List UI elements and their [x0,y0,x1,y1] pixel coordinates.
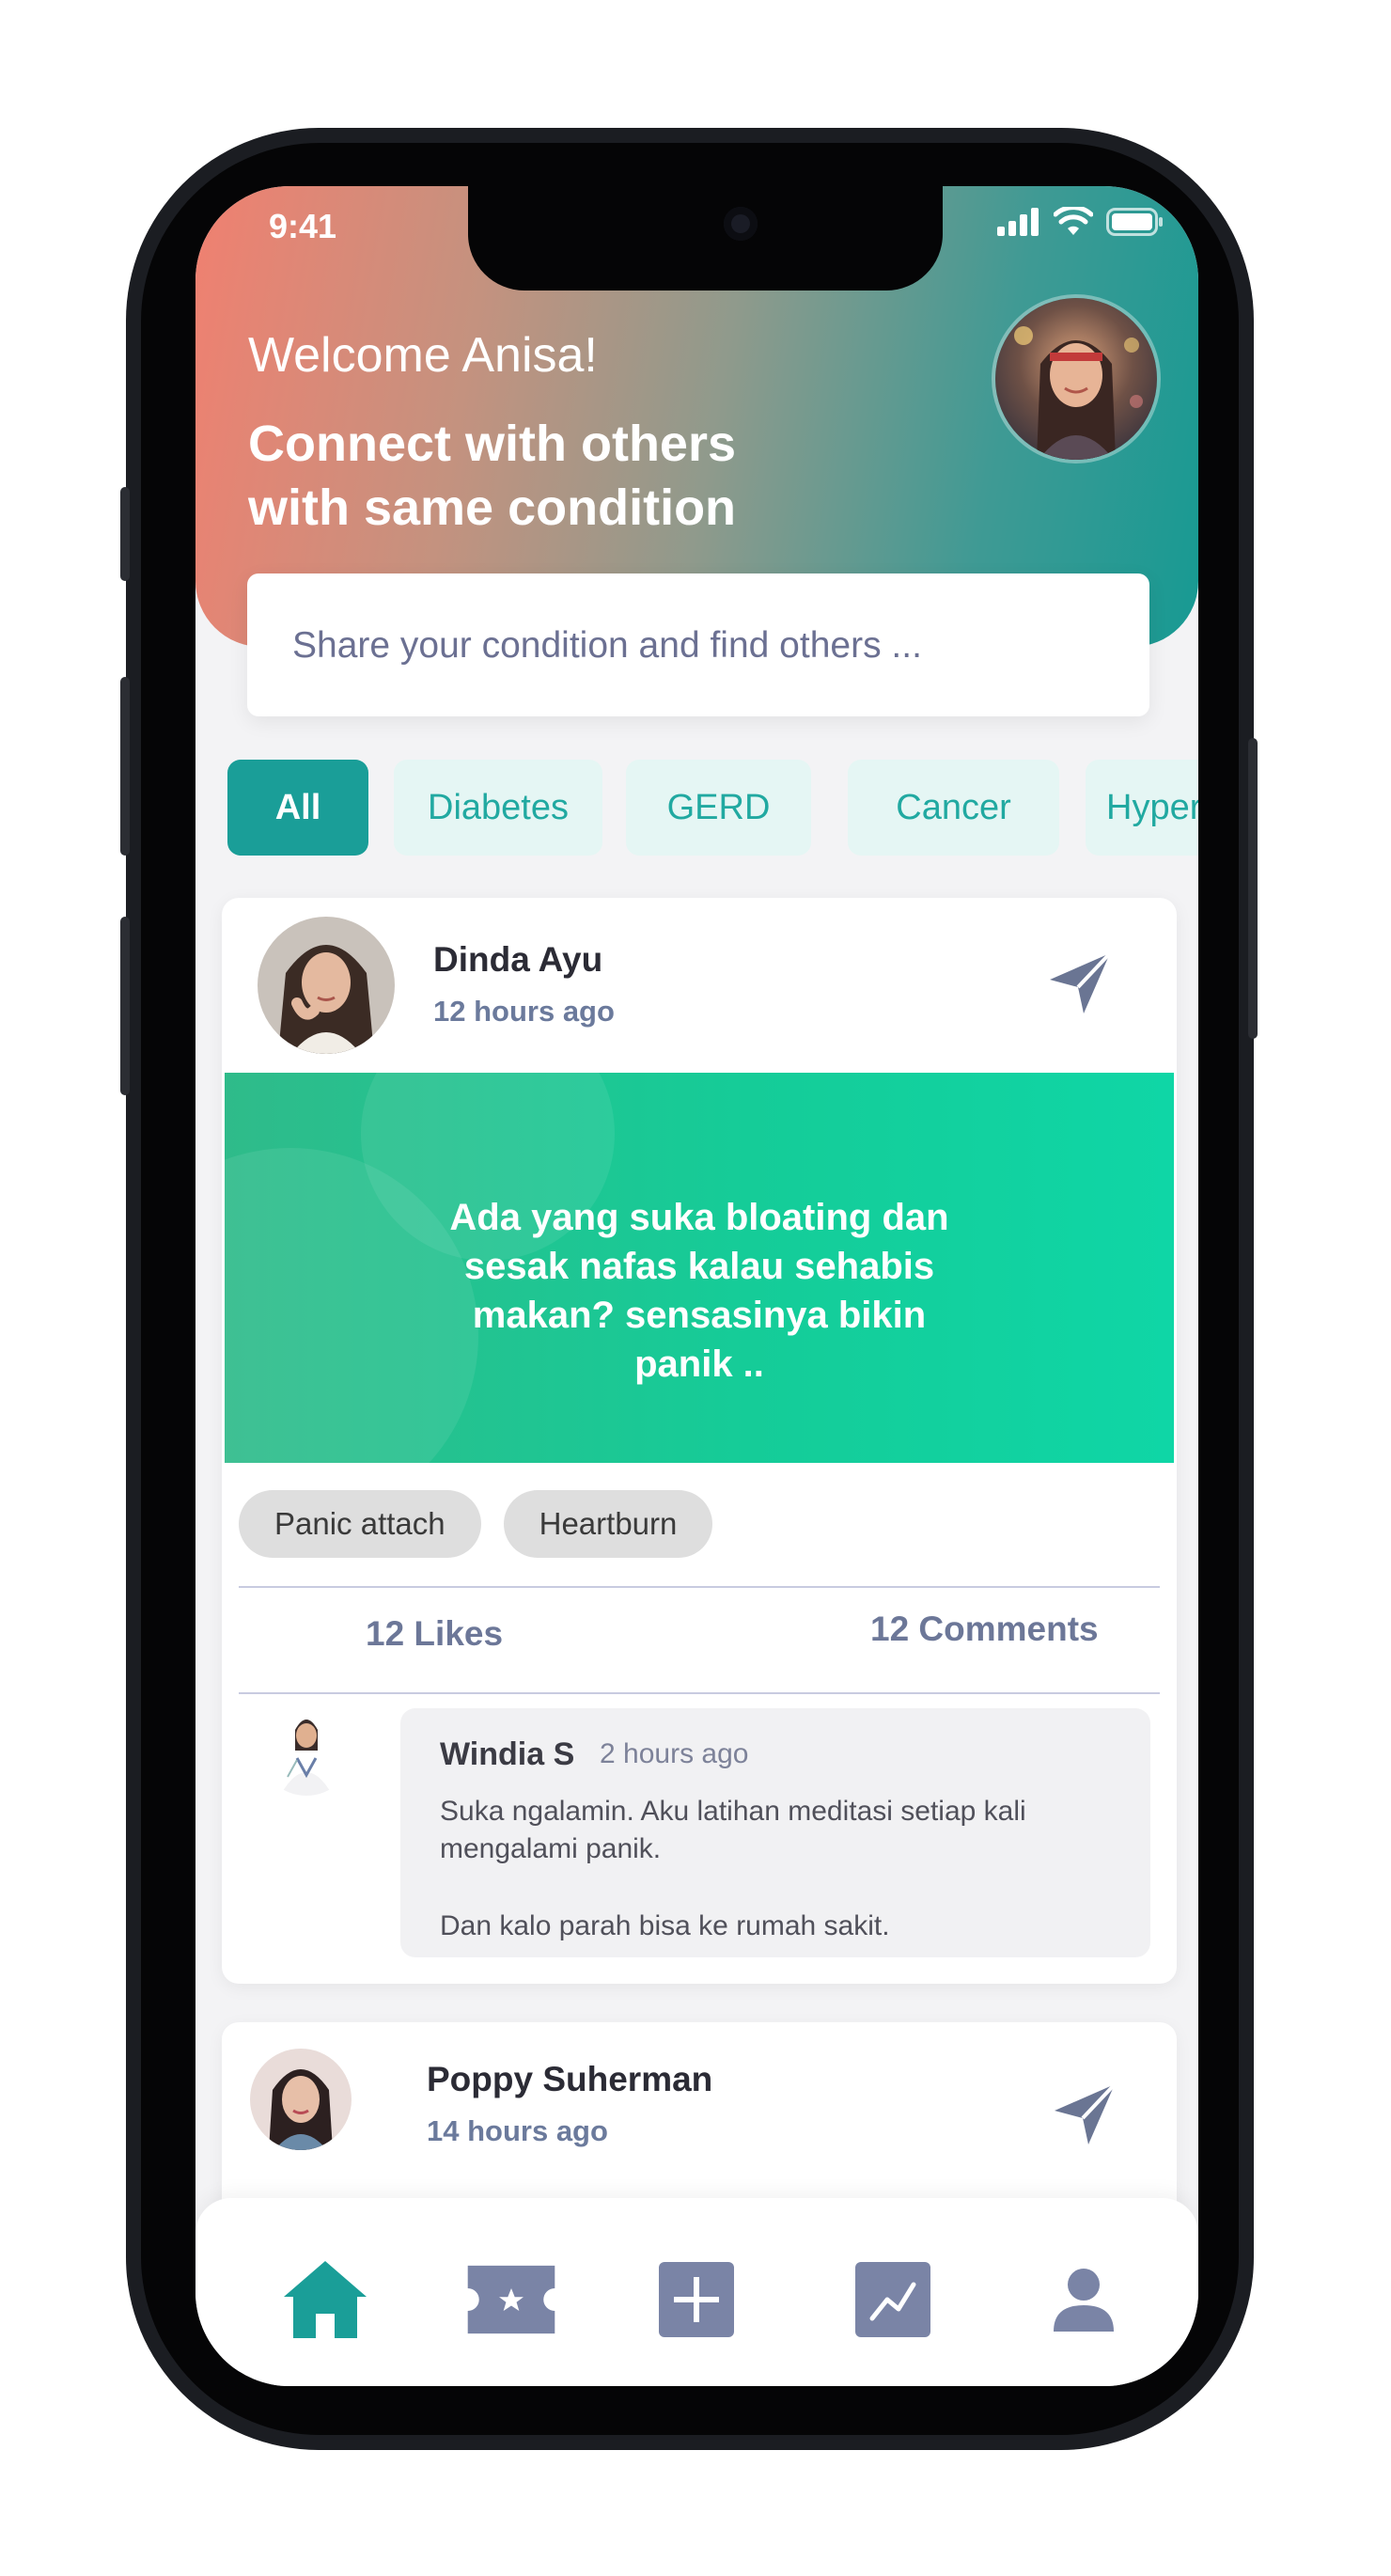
add-icon [659,2262,734,2337]
tag-heartburn[interactable]: Heartburn [503,1490,713,1558]
filter-chip-gerd[interactable]: GERD [626,760,811,856]
chart-icon [855,2262,930,2337]
post-card: Dinda Ayu 12 hours ago Ada yang suka blo… [222,898,1177,1984]
comment-bubble: Windia S 2 hours ago Suka ngalamin. Aku … [400,1708,1150,1957]
app-screen: 9:41 Welcome Anisa! Connect with others [195,186,1198,2386]
filter-chip-cancer[interactable]: Cancer [848,760,1059,856]
front-camera [724,207,758,241]
send-icon [1050,951,1112,1013]
post-author-name[interactable]: Dinda Ayu [433,940,602,980]
comment-timestamp: 2 hours ago [600,1738,749,1769]
post-author-name[interactable]: Poppy Suherman [427,2060,712,2099]
nav-home[interactable] [278,2253,372,2347]
search-input[interactable] [290,620,1121,671]
share-button[interactable] [1039,943,1120,1024]
bottom-navigation [195,2198,1198,2386]
author-avatar[interactable] [258,917,395,1054]
filter-chip-diabetes[interactable]: Diabetes [394,760,602,856]
user-avatar[interactable] [992,294,1161,463]
page-title: Connect with others with same condition [248,416,737,536]
home-icon [284,2261,367,2338]
search-bar[interactable] [247,573,1149,716]
ticket-icon [467,2265,555,2334]
filter-chip-hyper[interactable]: Hyper [1086,760,1198,856]
post-timestamp: 14 hours ago [427,2114,608,2147]
battery-icon [1106,208,1163,236]
signal-icon [997,208,1039,236]
notch [468,186,943,291]
volume-up-button [120,677,130,856]
comments-count[interactable]: 12 Comments [870,1610,1099,1649]
divider [239,1692,1160,1694]
post-content-text: Ada yang suka bloating dan sesak nafas k… [449,1197,949,1385]
wifi-icon [1054,207,1093,235]
comment-text-continued: Dan kalo parah bisa ke rumah sakit. [440,1910,890,1941]
likes-count[interactable]: 12 Likes [366,1614,503,1654]
avatar-image [995,298,1157,460]
tag-panic-attach[interactable]: Panic attach [239,1490,481,1558]
post-content-banner[interactable]: Ada yang suka bloating dan sesak nafas k… [225,1073,1174,1463]
nav-tickets[interactable] [464,2253,558,2347]
comment-text: Suka ngalamin. Aku latihan meditasi seti… [440,1796,1026,1864]
comment-author[interactable]: Windia S [440,1736,574,1773]
filter-chip-all[interactable]: All [227,760,368,856]
divider [239,1586,1160,1588]
author-avatar[interactable] [250,2049,352,2150]
send-icon [1055,2082,1117,2144]
post-tags: Panic attach Heartburn [239,1490,713,1558]
mute-switch [120,487,130,581]
nav-add-post[interactable] [649,2253,743,2347]
avatar-image [250,2049,352,2150]
power-button [1248,738,1258,1039]
share-button[interactable] [1044,2074,1125,2155]
post-timestamp: 12 hours ago [433,995,615,1028]
condition-filter-chips: All Diabetes GERD Cancer Hyper [227,760,1198,856]
welcome-text: Welcome Anisa! [248,328,598,383]
nav-stats[interactable] [846,2253,940,2347]
avatar-image [258,917,395,1054]
avatar-image [259,1702,353,1796]
nav-profile[interactable] [1037,2253,1131,2347]
status-icons [997,207,1164,237]
status-time: 9:41 [269,207,337,245]
commenter-avatar[interactable] [259,1702,353,1796]
volume-down-button [120,917,130,1095]
profile-icon [1054,2269,1114,2332]
